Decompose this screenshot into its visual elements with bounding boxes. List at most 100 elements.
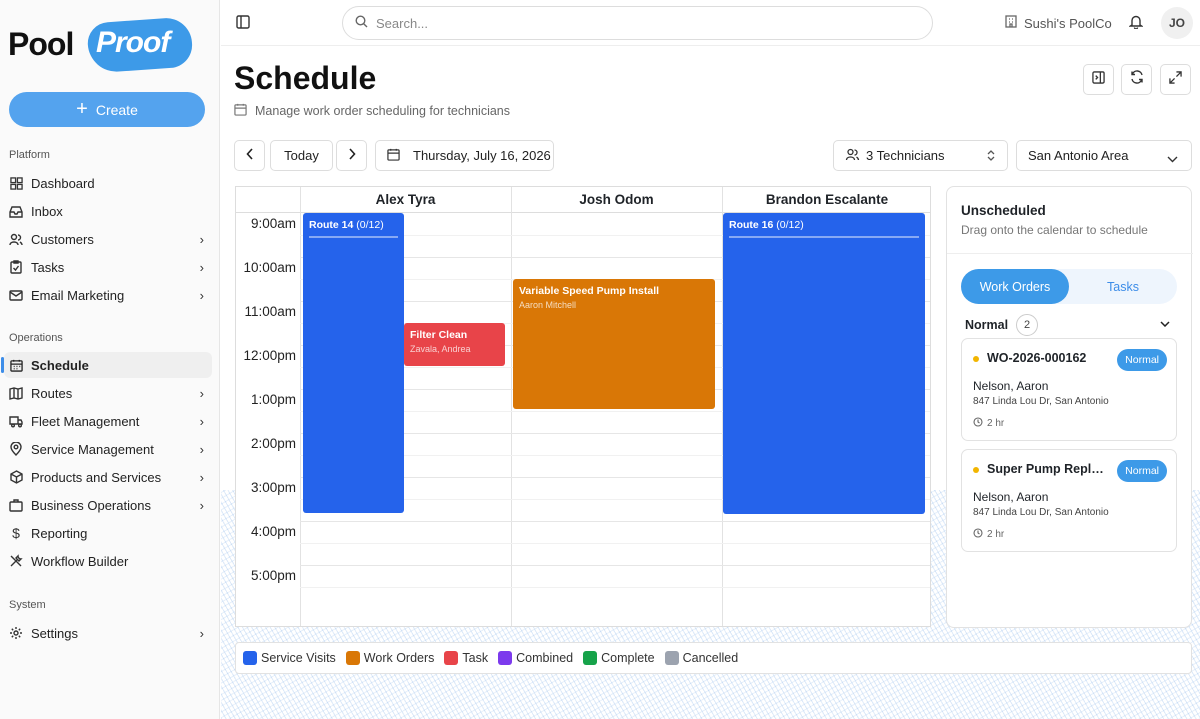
route-event[interactable]: Route 16 (0/12) [723,213,925,514]
expand-icon [1169,70,1182,89]
legend-swatch [444,651,459,665]
sidebar-item-label: Reporting [31,525,88,541]
avatar[interactable]: JO [1161,7,1193,39]
calendar-icon [9,358,23,372]
refresh-button[interactable] [1121,64,1152,95]
map-icon [9,386,23,400]
company-switcher[interactable]: Sushi's PoolCo [1004,15,1112,31]
gear-icon [9,626,23,640]
tab-work-orders[interactable]: Work Orders [961,269,1069,304]
users-icon [845,148,860,164]
poolproof-logo[interactable]: Pool Proof [8,16,194,74]
hour-line [300,521,930,522]
legend-swatch [345,651,360,665]
sidebar-item-business-operations[interactable]: Business Operations › [4,492,212,518]
sidebar-item-label: Settings [31,625,78,641]
event-progress-bar [309,236,398,238]
sidebar-item-customers[interactable]: Customers › [4,226,212,252]
legend-swatch [243,651,257,665]
legend-label: Cancelled [682,651,739,665]
schedule-calendar: Alex Tyra Josh Odom Brandon Escalante 9:… [235,186,931,627]
sidebar-item-schedule[interactable]: Schedule [1,352,212,378]
section-platform: Platform [9,149,50,161]
sidebar-item-dashboard[interactable]: Dashboard [4,170,212,196]
toggle-panel-button[interactable] [1083,64,1114,95]
hour-line [300,565,930,566]
today-button[interactable]: Today [270,140,333,171]
legend-label: Combined [516,651,574,665]
time-label: 10:00am [243,260,296,275]
section-operations: Operations [9,332,63,344]
sidebar-item-label: Inbox [31,203,63,219]
sidebar-item-settings[interactable]: Settings › [4,620,212,646]
route-event[interactable]: Route 14 (0/12) [303,213,404,513]
legend-item: Task [444,651,488,665]
technician-select[interactable]: 3 Technicians [833,140,1008,171]
sidebar: Pool Proof + Create Platform Dashboard I… [0,0,220,719]
bell-icon[interactable] [1128,14,1144,34]
sidebar-item-email-marketing[interactable]: Email Marketing › [4,282,212,308]
date-label: Thursday, July 16, 2026 [413,148,551,163]
half-hour-line [300,587,930,588]
area-select[interactable]: San Antonio Area [1016,140,1192,171]
task-event[interactable]: Filter Clean Zavala, Andrea [404,323,505,366]
technician-column-header: Alex Tyra [375,192,436,207]
fullscreen-button[interactable] [1160,64,1191,95]
logo-word-pool: Pool [8,26,74,62]
sidebar-item-reporting[interactable]: $ Reporting [4,520,212,546]
time-label: 3:00pm [250,480,296,495]
sidebar-item-routes[interactable]: Routes › [4,380,212,406]
prev-day-button[interactable] [234,140,265,171]
chevron-down-icon[interactable] [1160,316,1170,330]
search-input[interactable]: Search... [342,6,933,40]
calendar-icon [234,103,247,119]
sidebar-toggle-icon[interactable] [236,15,250,34]
work-order-card[interactable]: WO-2026-000162 Normal Nelson, Aaron 847 … [961,338,1177,441]
clipboard-icon [9,260,23,274]
calendar-legend: Service Visits Work Orders Task Combined… [235,642,1192,674]
sidebar-item-tasks[interactable]: Tasks › [4,254,212,280]
plus-icon: + [76,97,88,120]
mail-icon [9,288,23,302]
event-title-text: Route 16 [729,219,774,231]
sidebar-item-inbox[interactable]: Inbox [4,198,212,224]
customer-address: 847 Linda Lou Dr, San Antonio [973,396,1109,407]
inbox-icon [9,204,23,218]
sidebar-item-label: Routes [31,385,73,401]
sidebar-item-products-and-services[interactable]: Products and Services › [4,464,212,490]
chevrons-updown-icon [987,149,995,165]
unscheduled-subtitle: Drag onto the calendar to schedule [961,223,1148,237]
search-placeholder: Search... [376,15,429,31]
date-picker[interactable]: Thursday, July 16, 2026 [375,140,554,171]
page-subtitle: Manage work order scheduling for technic… [234,103,510,119]
customer-name: Nelson, Aaron [973,490,1049,504]
search-icon [355,15,368,31]
event-title: Route 14 (0/12) [309,219,398,231]
event-subtitle: Zavala, Andrea [410,344,471,354]
work-order-event[interactable]: Variable Speed Pump Install Aaron Mitche… [513,279,715,409]
legend-item: Complete [583,651,655,665]
sidebar-item-fleet-management[interactable]: Fleet Management › [4,408,212,434]
legend-swatch [664,651,679,665]
duration: 2 hr [973,528,1004,541]
unscheduled-title: Unscheduled [961,203,1046,218]
sidebar-item-label: Customers [31,231,94,247]
work-order-id: WO-2026-000162 [987,351,1087,365]
work-order-id: Super Pump Replacement [987,462,1107,476]
grid-icon [9,176,23,190]
technician-count: 3 Technicians [866,148,945,163]
create-button[interactable]: + Create [9,92,205,127]
chevron-right-icon: › [199,498,204,513]
time-label: 4:00pm [250,524,296,539]
sidebar-item-workflow-builder[interactable]: Workflow Builder [4,548,212,574]
divider [947,253,1193,254]
tab-tasks[interactable]: Tasks [1069,269,1177,304]
priority-group-header[interactable]: Normal 2 [965,314,1039,336]
sidebar-item-service-management[interactable]: Service Management › [4,436,212,462]
work-order-card[interactable]: Super Pump Replacement Normal Nelson, Aa… [961,449,1177,552]
calendar-header: Alex Tyra Josh Odom Brandon Escalante [236,187,930,213]
sidebar-item-label: Products and Services [31,469,162,485]
duration-text: 2 hr [987,529,1005,540]
next-day-button[interactable] [336,140,367,171]
time-label: 11:00am [244,304,296,319]
